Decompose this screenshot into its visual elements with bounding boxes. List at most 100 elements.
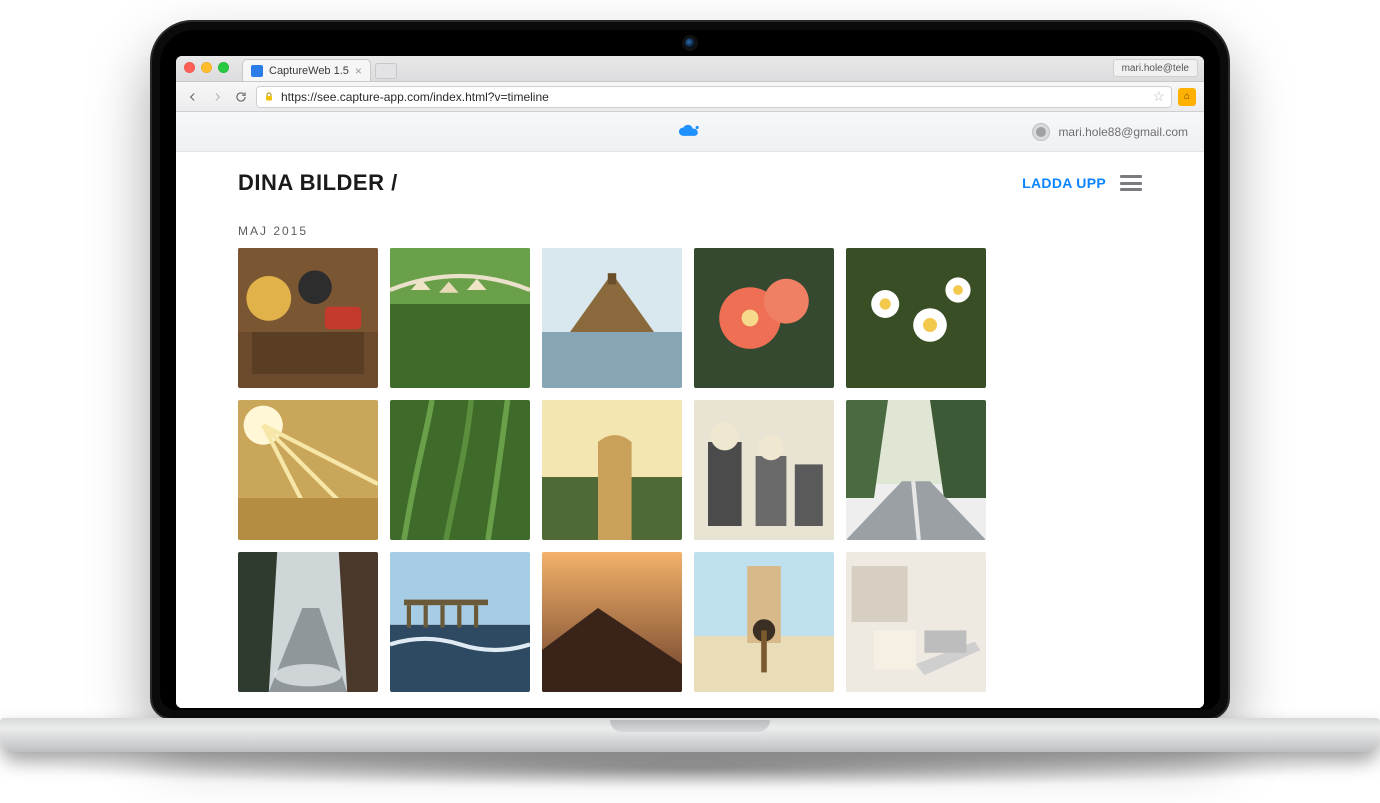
photo-thumb[interactable]	[542, 552, 682, 692]
hamburger-bar-icon	[1120, 188, 1142, 191]
title-row: DINA BILDER / LADDA UPP	[238, 170, 1142, 196]
timeline-month[interactable]: Mar	[1160, 268, 1204, 282]
profile-chip-label: mari.hole@tele	[1122, 63, 1189, 74]
timeline-month[interactable]: Dec	[1160, 452, 1204, 466]
photo-thumb[interactable]	[238, 248, 378, 388]
thumb-image	[542, 552, 682, 692]
reload-icon	[234, 90, 248, 104]
photo-thumb[interactable]	[694, 248, 834, 388]
stage: CaptureWeb 1.5 × mari.hole@tele	[0, 0, 1380, 803]
photo-thumb[interactable]	[390, 552, 530, 692]
thumb-image	[542, 400, 682, 540]
window-zoom-icon[interactable]	[218, 62, 229, 73]
lock-icon	[263, 91, 275, 103]
page-title-suffix: /	[391, 170, 398, 195]
tab-close-icon[interactable]: ×	[355, 65, 362, 77]
photo-thumb[interactable]	[694, 552, 834, 692]
thumb-image	[846, 400, 986, 540]
menu-button[interactable]	[1120, 175, 1142, 191]
thumb-image	[390, 552, 530, 692]
timeline-year[interactable]: 2013	[1160, 434, 1204, 448]
laptop-hinge	[0, 718, 1380, 752]
upload-button[interactable]: LADDA UPP	[1022, 175, 1106, 191]
reload-button[interactable]	[232, 88, 250, 106]
timeline-month[interactable]: Jan	[1160, 516, 1204, 530]
bookmark-star-icon[interactable]: ☆	[1152, 88, 1165, 105]
photo-thumb[interactable]	[238, 552, 378, 692]
window-minimize-icon[interactable]	[201, 62, 212, 73]
timeline-month[interactable]: Jul	[1160, 416, 1204, 430]
browser-tab[interactable]: CaptureWeb 1.5 ×	[242, 59, 371, 81]
window-controls	[184, 62, 229, 73]
user-email: mari.hole88@gmail.com	[1058, 125, 1188, 139]
timeline-sidebar: › 2015 Maj Apr Mar Feb Jan 2014 Dec Nov …	[1160, 208, 1204, 532]
arrow-right-icon	[210, 90, 224, 104]
tab-title: CaptureWeb 1.5	[269, 65, 349, 77]
photo-grid	[238, 248, 1142, 692]
window-close-icon[interactable]	[184, 62, 195, 73]
brand-cloud-icon	[677, 123, 703, 141]
thumb-image	[694, 400, 834, 540]
timeline-month[interactable]: Feb	[1160, 284, 1204, 298]
url-input[interactable]	[281, 90, 1146, 104]
title-actions: LADDA UPP	[1022, 175, 1142, 191]
back-button[interactable]	[184, 88, 202, 106]
page-title: DINA BILDER /	[238, 170, 398, 196]
hamburger-bar-icon	[1120, 182, 1142, 185]
extension-button[interactable]: ⌂	[1178, 88, 1196, 106]
photo-thumb[interactable]	[390, 248, 530, 388]
avatar-icon	[1032, 123, 1050, 141]
timeline-year[interactable]: 2014	[1160, 318, 1204, 332]
page-title-text: DINA BILDER	[238, 170, 384, 195]
forward-button[interactable]	[208, 88, 226, 106]
arrow-left-icon	[186, 90, 200, 104]
tab-favicon-icon	[251, 65, 263, 77]
timeline-month[interactable]: Apr	[1160, 484, 1204, 498]
timeline-month[interactable]: Maj	[1160, 236, 1204, 250]
photo-thumb[interactable]	[846, 248, 986, 388]
photo-thumb[interactable]	[390, 400, 530, 540]
timeline-header: › 2015	[1160, 208, 1204, 230]
tab-strip: CaptureWeb 1.5 × mari.hole@tele	[176, 56, 1204, 82]
screen: CaptureWeb 1.5 × mari.hole@tele	[176, 56, 1204, 708]
content-wrap: DINA BILDER / LADDA UPP	[176, 152, 1204, 708]
timeline-month[interactable]: Aug	[1160, 400, 1204, 414]
thumb-image	[390, 400, 530, 540]
content: DINA BILDER / LADDA UPP	[238, 152, 1142, 708]
timeline-month[interactable]: Mar	[1160, 500, 1204, 514]
section-label: MAJ 2015	[238, 224, 1142, 238]
profile-chip[interactable]: mari.hole@tele	[1113, 59, 1198, 77]
new-tab-button[interactable]	[375, 63, 397, 79]
thumb-image	[542, 248, 682, 388]
browser-toolbar: ☆ ⌂	[176, 82, 1204, 112]
timeline-month[interactable]: Jan	[1160, 300, 1204, 314]
extension-icon: ⌂	[1184, 91, 1190, 102]
timeline-month[interactable]: Nov	[1160, 352, 1204, 366]
timeline-month[interactable]: Sep	[1160, 384, 1204, 398]
thumb-image	[238, 552, 378, 692]
hamburger-bar-icon	[1120, 175, 1142, 178]
thumb-image	[694, 552, 834, 692]
timeline-month[interactable]: Okt	[1160, 468, 1204, 482]
photo-thumb[interactable]	[542, 248, 682, 388]
thumb-image	[694, 248, 834, 388]
thumb-image	[846, 248, 986, 388]
thumb-image	[238, 248, 378, 388]
timeline-month[interactable]: Apr	[1160, 252, 1204, 266]
thumb-image	[390, 248, 530, 388]
timeline-month[interactable]: Okt	[1160, 368, 1204, 382]
photo-thumb[interactable]	[694, 400, 834, 540]
address-bar[interactable]: ☆	[256, 86, 1172, 108]
photo-thumb[interactable]	[846, 400, 986, 540]
thumb-image	[238, 400, 378, 540]
timeline-month[interactable]: Dec	[1160, 336, 1204, 350]
photo-thumb[interactable]	[846, 552, 986, 692]
app-header: mari.hole88@gmail.com	[176, 112, 1204, 152]
photo-thumb[interactable]	[542, 400, 682, 540]
browser-window: CaptureWeb 1.5 × mari.hole@tele	[176, 56, 1204, 708]
laptop-shadow	[40, 748, 1340, 788]
user-area[interactable]: mari.hole88@gmail.com	[1032, 123, 1188, 141]
webcam-icon	[685, 38, 695, 48]
photo-thumb[interactable]	[238, 400, 378, 540]
thumb-image	[846, 552, 986, 692]
